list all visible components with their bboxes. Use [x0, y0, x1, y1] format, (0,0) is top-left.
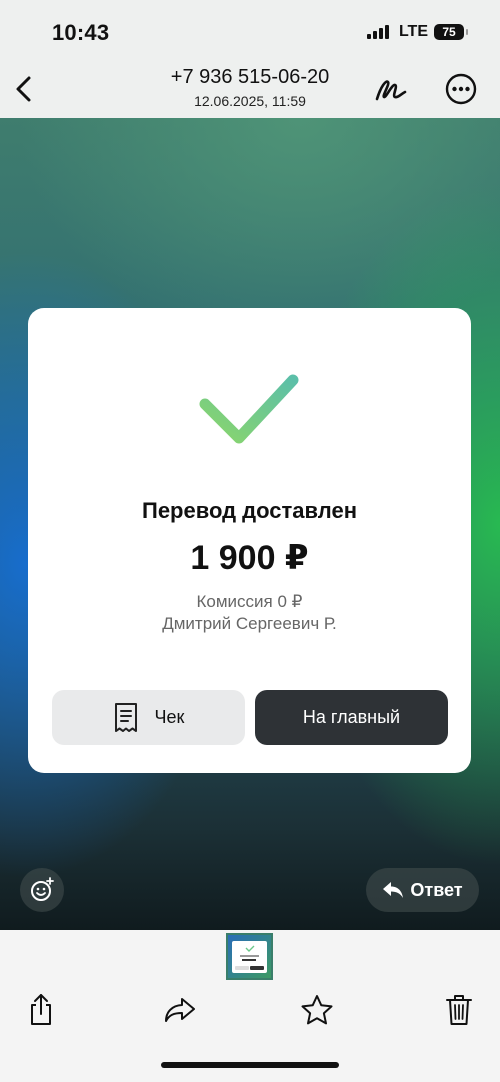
- forward-icon: [165, 998, 195, 1022]
- add-reaction-button[interactable]: [20, 868, 64, 912]
- bottom-toolbar: [0, 930, 500, 1082]
- message-info: +7 936 515-06-20 12.06.2025, 11:59: [120, 66, 380, 109]
- delete-button[interactable]: [441, 990, 477, 1030]
- message-date: 12.06.2025, 11:59: [194, 93, 306, 109]
- thumbnail-card: [232, 941, 267, 973]
- reply-button[interactable]: Ответ: [366, 868, 479, 912]
- recipient-name: Дмитрий Сергеевич Р.: [162, 614, 337, 633]
- home-button[interactable]: На главный: [255, 690, 448, 745]
- forward-button[interactable]: [162, 990, 198, 1030]
- reply-arrow-icon: [383, 882, 404, 898]
- thumbnail-line: [242, 959, 256, 961]
- more-button[interactable]: [444, 72, 478, 106]
- network-label: LTE: [398, 23, 428, 40]
- battery-icon: 75: [434, 24, 468, 40]
- markup-pen-icon: [375, 80, 407, 101]
- more-ellipsis-icon: [445, 73, 477, 105]
- transfer-status: Перевод доставлен: [142, 498, 357, 523]
- back-button[interactable]: [8, 70, 42, 108]
- commission-text: Комиссия 0 ₽: [196, 592, 303, 611]
- home-button-label: На главный: [302, 707, 401, 727]
- reply-button-label: Ответ: [410, 879, 463, 900]
- contact-phone: +7 936 515-06-20: [170, 66, 330, 88]
- cellular-signal-icon: [366, 25, 389, 39]
- chevron-left-icon: [16, 76, 31, 102]
- checkmark-icon: [199, 374, 299, 444]
- trash-icon: [446, 995, 472, 1025]
- thumbnail-check-icon: [245, 945, 255, 952]
- star-icon: [301, 995, 333, 1025]
- battery-level: 75: [442, 25, 456, 39]
- status-bar: 10:43 LTE 75: [0, 0, 500, 60]
- markup-button[interactable]: [372, 72, 410, 106]
- emoji-add-icon: [31, 877, 54, 901]
- thumbnail-button: [250, 966, 264, 970]
- photo-thumbnail[interactable]: [226, 933, 273, 980]
- transfer-amount: 1 900 ₽: [190, 539, 309, 577]
- status-time: 10:43: [52, 20, 110, 45]
- photo-viewer[interactable]: Перевод доставлен 1 900 ₽ Комиссия 0 ₽ Д…: [0, 118, 500, 930]
- home-indicator[interactable]: [161, 1062, 339, 1068]
- receipt-button-label: Чек: [154, 707, 185, 727]
- receipt-icon: [114, 702, 137, 732]
- thumbnail-line: [240, 955, 259, 957]
- share-button[interactable]: [23, 990, 59, 1030]
- navigation-bar: +7 936 515-06-20 12.06.2025, 11:59: [0, 60, 500, 118]
- thumbnail-button: [235, 966, 249, 970]
- receipt-button[interactable]: Чек: [52, 690, 245, 745]
- status-indicators: LTE 75: [366, 23, 468, 41]
- share-icon: [31, 994, 51, 1025]
- transfer-receipt-card: Перевод доставлен 1 900 ₽ Комиссия 0 ₽ Д…: [28, 308, 471, 773]
- favorite-button[interactable]: [299, 990, 335, 1030]
